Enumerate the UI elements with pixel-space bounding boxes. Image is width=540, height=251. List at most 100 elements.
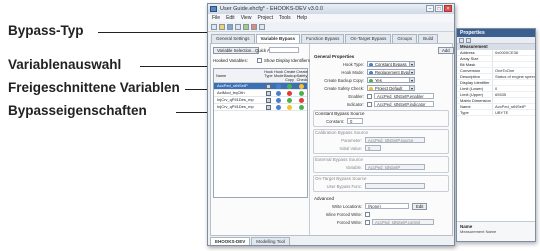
write-locations-label: Write Locations: [332, 204, 362, 209]
settings-icon[interactable] [259, 24, 265, 30]
indicator-label: Indicator: [346, 102, 364, 107]
col-hook-mode[interactable]: Hook Mode [274, 70, 284, 78]
show-display-identifiers-checkbox[interactable] [257, 58, 262, 63]
table-row[interactable]: InjCrv_qPiI1Des_mp [214, 104, 307, 111]
hook-mode-select[interactable]: Replacement Bypass ▾ [367, 69, 415, 75]
alphabetical-icon[interactable] [466, 38, 471, 43]
edit-write-locations-button[interactable]: Edit [412, 203, 428, 210]
forced-write-label: Forced Write: [336, 220, 362, 225]
table-header: Name Hook Type Hook Mode Create Backup C… [214, 69, 308, 83]
inline-forced-write-checkbox[interactable] [365, 212, 370, 217]
description-text: Measurement Name [460, 229, 497, 234]
close-icon[interactable]: × [444, 5, 452, 12]
tab-modelling-tool[interactable]: Modelling Tool [251, 237, 290, 245]
backup-yes-icon [287, 98, 292, 103]
row-variable-name: InjCrv_qPiI1Des_mp [217, 104, 254, 109]
hook-type-value: Constant Bypass [375, 62, 407, 67]
tab-ehooks-dev[interactable]: EHOOKS-DEV [210, 237, 251, 245]
variable-field[interactable]: AccPed_stNSetP [365, 164, 425, 170]
build-icon[interactable] [243, 24, 249, 30]
variable-label: Variable: [345, 165, 362, 170]
hooked-variables-table: Name Hook Type Hook Mode Create Backup C… [213, 68, 308, 198]
forced-write-field[interactable]: AccPed_stNSetP.control [372, 219, 434, 225]
save-icon[interactable] [227, 24, 233, 30]
menu-help[interactable]: Help [297, 14, 307, 22]
write-locations-field[interactable]: (None) [365, 203, 409, 209]
maximize-icon[interactable]: □ [435, 5, 443, 12]
tab-variable-bypass[interactable]: Variable Bypass [255, 34, 301, 43]
property-row[interactable]: Type UBYTE [457, 110, 535, 116]
window-controls: – □ × [426, 5, 452, 12]
property-value: Status of engine speed [495, 74, 535, 79]
backup-copy-value: Yes [375, 78, 382, 83]
replacement-mode-icon [276, 105, 281, 110]
constant-field[interactable]: 0 [347, 118, 363, 124]
col-name[interactable]: Name [216, 74, 226, 78]
property-value: AccPed_stNSetP [495, 104, 526, 109]
parameter-label: Parameter: [341, 138, 362, 143]
property-value [493, 56, 535, 61]
external-bypass-icon [266, 98, 271, 103]
stop-icon[interactable] [251, 24, 257, 30]
constant-bypass-icon [369, 62, 373, 66]
indicator-field[interactable]: AccPed_stNSetP.indicator [374, 101, 434, 107]
categorized-icon[interactable] [459, 38, 464, 43]
hook-type-label: Hook Type: [342, 62, 364, 67]
col-backup-copy[interactable]: Create Backup Copy [284, 70, 297, 82]
initial-value-label: Initial Value: [339, 146, 362, 151]
property-key: Type [457, 110, 493, 115]
indicator-checkbox[interactable] [367, 102, 372, 107]
col-hook-type[interactable]: Hook Type [264, 70, 273, 78]
tab-function-bypass[interactable]: Function Bypass [301, 34, 345, 43]
save-all-icon[interactable] [235, 24, 241, 30]
tab-general-settings[interactable]: General Settings [211, 34, 255, 43]
inline-forced-write-label: Inline Forced Write: [325, 212, 362, 217]
menu-edit[interactable]: Edit [226, 14, 235, 22]
table-row[interactable]: AccPed_stNSetP [214, 83, 307, 90]
general-properties-title: General Properties [314, 54, 355, 59]
properties-toolbar [457, 37, 535, 44]
hooked-variables-pane: Variable Selection... Quick Add: Hooked … [211, 44, 310, 235]
replacement-mode-icon [369, 70, 373, 74]
enabler-checkbox[interactable] [367, 94, 372, 99]
menu-file[interactable]: File [212, 14, 220, 22]
minimize-icon[interactable]: – [426, 5, 434, 12]
initial-value-field[interactable]: 0 [365, 145, 381, 151]
safety-check-select[interactable]: Project Default ▾ [367, 85, 415, 91]
user-bypass-func-field[interactable] [365, 183, 425, 189]
property-key: Description [457, 74, 493, 79]
tab-on-target-bypass[interactable]: On-Target Bypass [345, 34, 392, 43]
window-title: User Guide.ehcfg* - EHOOKS-DEV v3.0.0 [220, 6, 324, 12]
property-value [493, 62, 535, 67]
parameter-field[interactable]: AccPed_stNSetP.source [365, 137, 425, 143]
new-icon[interactable] [211, 24, 217, 30]
menu-project[interactable]: Project [257, 14, 273, 22]
col-safety-check[interactable]: Create Safety Check [296, 70, 308, 82]
variable-selection-button[interactable]: Variable Selection... [213, 47, 259, 54]
toolbar [208, 22, 454, 32]
tab-build[interactable]: Build [418, 34, 439, 43]
calibration-source-title: Calibration Bypass Source [315, 130, 369, 135]
safety-yes-icon [299, 105, 304, 110]
backup-copy-select[interactable]: Yes ▾ [367, 77, 415, 83]
table-row[interactable]: ActMod_trqClth [214, 90, 307, 97]
add-button[interactable]: Add [438, 47, 454, 54]
constant-bypass-icon [266, 84, 271, 89]
variable-bypass-panel: Variable Selection... Quick Add: Hooked … [210, 43, 454, 236]
bypass-properties-pane: Add General Properties Hook Type: Consta… [312, 44, 454, 235]
quick-add-input[interactable] [269, 47, 299, 53]
table-row[interactable]: InjCrv_qPiI1Des_mp [214, 97, 307, 104]
constant-source-title: Constant Bypass Source [315, 111, 365, 116]
open-folder-icon[interactable] [219, 24, 225, 30]
menu-tools[interactable]: Tools [279, 14, 291, 22]
forced-write-checkbox[interactable] [365, 220, 370, 225]
tab-groups[interactable]: Groups [392, 34, 418, 43]
title-bar: User Guide.ehcfg* - EHOOKS-DEV v3.0.0 – … [208, 4, 454, 14]
menu-view[interactable]: View [241, 14, 252, 22]
enabler-field[interactable]: AccPed_stNSetP.enabler [374, 93, 434, 99]
properties-title: Properties [457, 29, 535, 37]
backup-yes-icon [287, 84, 292, 89]
property-value: OneToOne [495, 68, 515, 73]
tab-strip: General Settings Variable Bypass Functio… [208, 34, 454, 43]
hook-type-select[interactable]: Constant Bypass ▾ [367, 61, 415, 67]
